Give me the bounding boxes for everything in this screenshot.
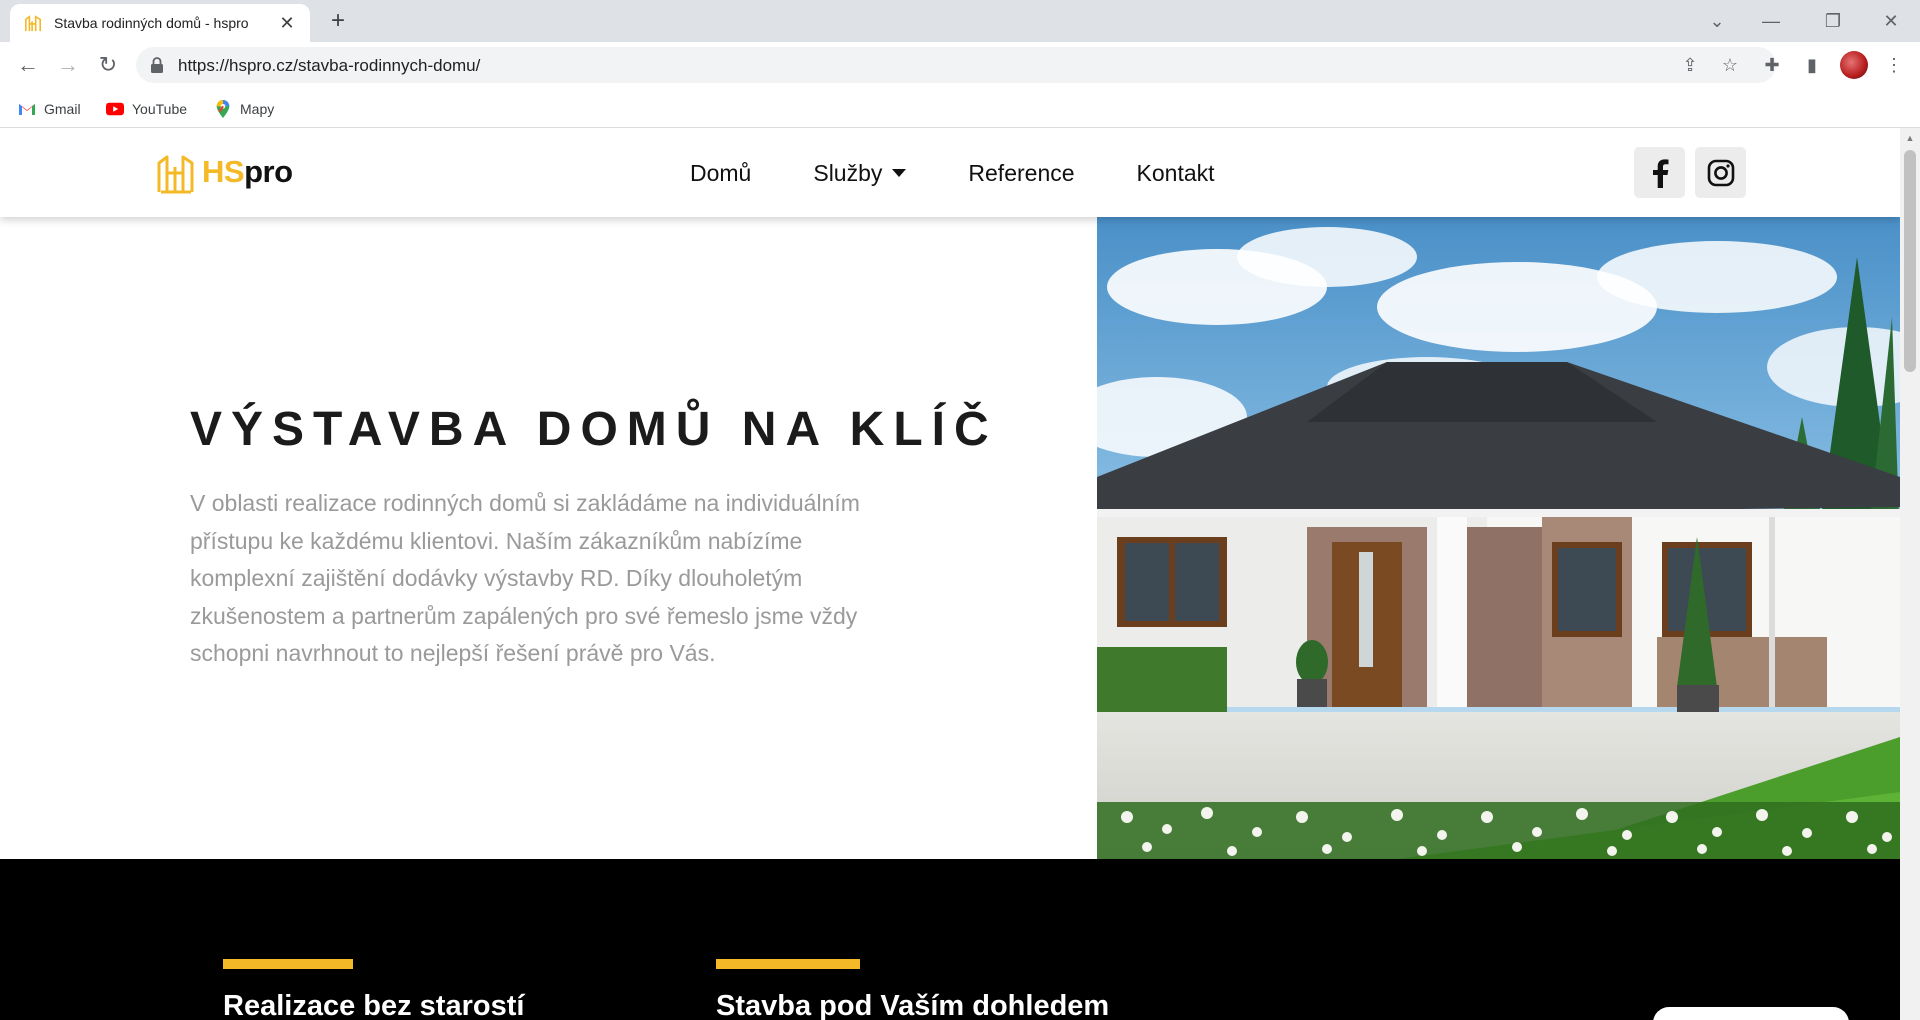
floating-button[interactable] xyxy=(1653,1007,1849,1020)
browser-tabstrip: Stavba rodinných domů - hspro ✕ + ⌄ — ❐ … xyxy=(0,0,1920,42)
youtube-icon xyxy=(106,102,124,116)
web-page: HSpro Domů Služby Reference Kontakt VÝST… xyxy=(0,128,1900,1020)
lock-icon[interactable] xyxy=(150,57,164,73)
bookmark-youtube[interactable]: YouTube xyxy=(106,98,187,120)
instagram-button[interactable] xyxy=(1695,147,1746,198)
instagram-icon xyxy=(1707,159,1734,186)
feature-title: Stavba pod Vaším dohledem xyxy=(716,990,1110,1020)
forward-button[interactable]: → xyxy=(54,51,82,79)
profile-avatar[interactable] xyxy=(1840,51,1868,79)
restore-button[interactable]: ❐ xyxy=(1818,6,1848,36)
share-icon[interactable]: ⇪ xyxy=(1678,53,1702,77)
facebook-button[interactable] xyxy=(1634,147,1685,198)
reload-button[interactable]: ↻ xyxy=(94,51,122,79)
feature-title: Realizace bez starostí xyxy=(223,990,525,1020)
bookmark-gmail[interactable]: Gmail xyxy=(18,98,81,120)
bookmark-label: YouTube xyxy=(132,101,188,117)
house-illustration xyxy=(1097,217,1900,859)
back-button[interactable]: ← xyxy=(14,51,42,79)
bookmark-label: Gmail xyxy=(44,101,81,117)
close-window-button[interactable]: ✕ xyxy=(1876,6,1906,36)
nav-item-domu[interactable]: Domů xyxy=(690,158,751,188)
site-logo[interactable]: HSpro xyxy=(156,150,293,194)
nav-item-reference[interactable]: Reference xyxy=(968,158,1074,188)
hspro-favicon-icon xyxy=(24,15,42,32)
browser-tab[interactable]: Stavba rodinných domů - hspro ✕ xyxy=(10,4,310,42)
tab-search-icon[interactable]: ⌄ xyxy=(1702,6,1732,36)
bookmark-label: Mapy xyxy=(240,101,275,117)
hero-section: VÝSTAVBA DOMŮ NA KLÍČ V oblasti realizac… xyxy=(0,217,1900,859)
hero-text: V oblasti realizace rodinných domů si za… xyxy=(190,490,860,666)
tab-title: Stavba rodinných domů - hspro xyxy=(54,15,249,31)
url-text[interactable]: https://hspro.cz/stavba-rodinnych-domu/ xyxy=(178,56,480,76)
page-scrollbar[interactable]: ▲ xyxy=(1900,128,1920,1020)
bookmark-mapy[interactable]: Mapy xyxy=(214,98,274,120)
gmail-icon xyxy=(19,104,35,115)
scroll-up-icon[interactable]: ▲ xyxy=(1904,132,1916,144)
chevron-down-icon xyxy=(892,169,907,177)
features-section: Realizace bez starostí Stavba pod Vaším … xyxy=(0,859,1900,1020)
bookmarks-bar: Gmail YouTube Mapy xyxy=(0,88,1920,128)
hspro-logo-icon xyxy=(157,155,194,194)
new-tab-button[interactable]: + xyxy=(324,8,352,36)
bookmark-star-icon[interactable]: ☆ xyxy=(1718,53,1742,77)
nav-item-sluzby[interactable]: Služby xyxy=(813,158,907,188)
side-panel-icon[interactable]: ▮ xyxy=(1798,51,1826,79)
house-photo xyxy=(1097,217,1900,859)
hero-title: VÝSTAVBA DOMŮ NA KLÍČ xyxy=(190,403,998,456)
tab-close-icon[interactable]: ✕ xyxy=(276,12,298,34)
address-bar[interactable]: https://hspro.cz/stavba-rodinnych-domu/ … xyxy=(136,47,1776,83)
logo-text: HSpro xyxy=(202,154,293,189)
site-header: HSpro Domů Služby Reference Kontakt xyxy=(0,128,1900,217)
maps-icon xyxy=(216,100,230,118)
scrollbar-thumb[interactable] xyxy=(1904,150,1916,372)
facebook-icon xyxy=(1652,158,1668,188)
accent-bar xyxy=(223,959,353,969)
browser-toolbar: ← → ↻ https://hspro.cz/stavba-rodinnych-… xyxy=(0,42,1920,88)
main-nav: Domů Služby Reference Kontakt xyxy=(690,158,1277,188)
menu-dots-icon[interactable]: ⋮ xyxy=(1880,51,1908,79)
extensions-icon[interactable]: ✚ xyxy=(1758,51,1786,79)
minimize-button[interactable]: — xyxy=(1756,6,1786,36)
accent-bar xyxy=(716,959,860,969)
nav-item-kontakt[interactable]: Kontakt xyxy=(1137,158,1215,188)
